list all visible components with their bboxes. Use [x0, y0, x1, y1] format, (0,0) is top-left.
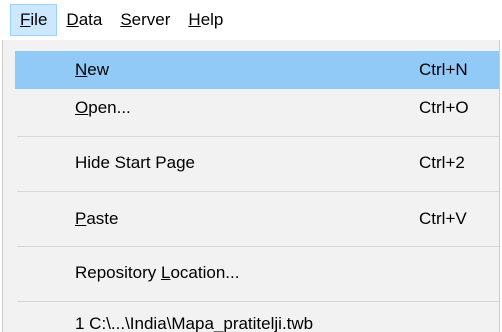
menu-item-new-text: ew: [87, 60, 110, 79]
menu-help-mnemonic: H: [188, 10, 201, 29]
menu-item-open-shortcut: Ctrl+O: [419, 98, 469, 117]
menu-data[interactable]: Data: [57, 4, 111, 36]
menu-item-new[interactable]: New Ctrl+N: [15, 51, 499, 89]
menu-item-open-mnemonic: O: [75, 98, 89, 117]
menu-item-paste-shortcut: Ctrl+V: [419, 209, 467, 228]
application-window: File Data Server Help New Ctrl+N Open...…: [0, 0, 502, 332]
menu-help[interactable]: Help: [179, 4, 232, 36]
menu-file[interactable]: File: [10, 4, 58, 36]
menu-file-mnemonic: F: [20, 10, 31, 29]
menu-bar: File Data Server Help: [0, 0, 502, 40]
menu-item-repository-location-label: Repository Location...: [75, 263, 239, 283]
menu-server[interactable]: Server: [111, 4, 179, 36]
menu-item-recent-file[interactable]: 1 C:\...\India\Mapa_pratitelji.twb: [15, 308, 499, 332]
menu-data-mnemonic: D: [66, 10, 79, 29]
menu-item-hide-start-page-shortcut: Ctrl+2: [419, 153, 465, 172]
menu-item-new-shortcut: Ctrl+N: [419, 60, 468, 79]
menu-data-label: ata: [78, 10, 103, 29]
menu-item-paste[interactable]: Paste Ctrl+V: [15, 200, 499, 238]
menu-separator: [17, 301, 499, 302]
menu-item-repository-location-prefix: Repository: [75, 263, 161, 282]
menu-item-open[interactable]: Open... Ctrl+O: [15, 89, 499, 127]
menu-item-new-label: New: [75, 60, 109, 80]
menu-server-label: erver: [131, 10, 171, 29]
menu-separator: [17, 246, 499, 247]
menu-icon-gutter: [3, 40, 15, 332]
menu-help-label: elp: [200, 10, 224, 29]
menu-server-mnemonic: S: [120, 10, 132, 29]
menu-item-recent-file-label: 1 C:\...\India\Mapa_pratitelji.twb: [75, 314, 314, 332]
menu-item-paste-text: aste: [86, 209, 119, 228]
menu-item-open-text: pen...: [88, 98, 131, 117]
menu-file-label: ile: [30, 10, 48, 29]
menu-item-hide-start-page-label: Hide Start Page: [75, 153, 196, 172]
menu-item-new-mnemonic: N: [75, 60, 88, 79]
menu-item-paste-mnemonic: P: [75, 209, 87, 228]
menu-separator: [17, 191, 499, 192]
menu-item-repository-location[interactable]: Repository Location...: [15, 254, 499, 292]
menu-item-repository-location-text: ocation...: [170, 263, 240, 282]
menu-item-open-label: Open...: [75, 98, 131, 118]
menu-item-paste-label: Paste: [75, 209, 118, 229]
menu-separator: [17, 136, 499, 137]
file-menu-dropdown: New Ctrl+N Open... Ctrl+O Hide Start Pag…: [2, 40, 500, 332]
menu-item-hide-start-page[interactable]: Hide Start Page Ctrl+2: [15, 144, 499, 182]
